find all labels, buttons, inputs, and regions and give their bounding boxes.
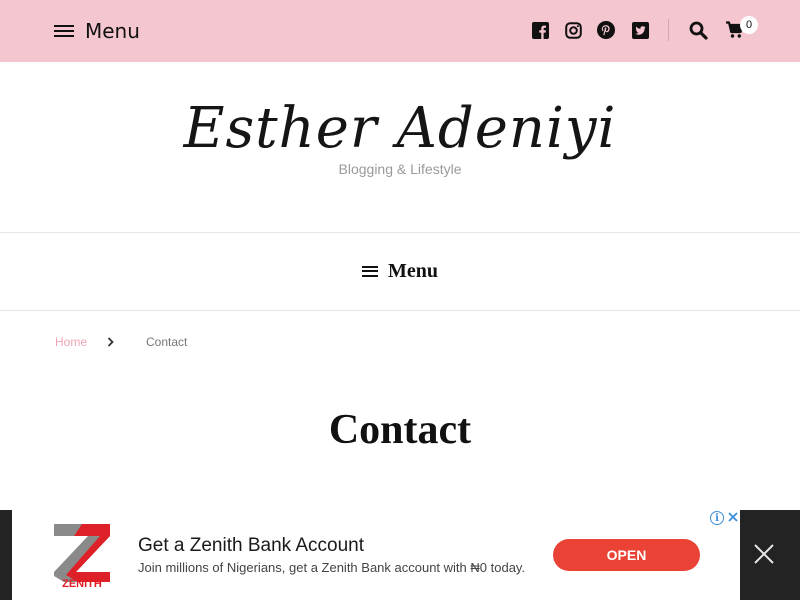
ad-title[interactable]: Get a Zenith Bank Account	[138, 535, 364, 557]
ad-description: Join millions of Nigerians, get a Zenith…	[138, 560, 526, 575]
facebook-icon[interactable]	[530, 20, 550, 40]
breadcrumb: Home Contact	[55, 334, 187, 350]
chevron-right-icon	[107, 334, 114, 350]
main-menu-label: Menu	[388, 259, 438, 282]
nav-divider	[0, 310, 800, 311]
topbar-divider	[668, 19, 669, 41]
ad-card[interactable]: ZENITH Get a Zenith Bank Account Join mi…	[12, 510, 740, 600]
ad-choices-close-icon[interactable]	[726, 510, 740, 524]
search-icon[interactable]	[688, 20, 708, 40]
site-tagline: Blogging & Lifestyle	[338, 161, 462, 177]
breadcrumb-home-link[interactable]: Home	[55, 335, 87, 349]
ad-banner: ZENITH Get a Zenith Bank Account Join mi…	[0, 510, 800, 600]
svg-text:ZENITH: ZENITH	[62, 578, 102, 588]
top-menu-button[interactable]: Menu	[54, 18, 140, 44]
top-menu-label: Menu	[85, 19, 140, 43]
twitter-icon[interactable]	[630, 20, 650, 40]
ad-info-icon[interactable]: i	[710, 511, 724, 525]
header-divider	[0, 232, 800, 233]
instagram-icon[interactable]	[563, 20, 583, 40]
main-menu-button[interactable]: Menu	[0, 258, 800, 284]
pinterest-icon[interactable]	[596, 20, 616, 40]
cart-count-badge: 0	[740, 16, 758, 34]
page-title: Contact	[328, 407, 472, 453]
ad-open-button[interactable]: OPEN	[553, 539, 700, 571]
hamburger-icon	[54, 24, 74, 38]
close-icon[interactable]	[752, 542, 776, 566]
site-title[interactable]: Esther Adeniyi	[0, 96, 800, 161]
zenith-logo[interactable]: ZENITH	[50, 522, 114, 590]
breadcrumb-current: Contact	[146, 335, 188, 349]
top-bar: Menu 0	[0, 0, 800, 62]
hamburger-icon	[362, 265, 378, 277]
